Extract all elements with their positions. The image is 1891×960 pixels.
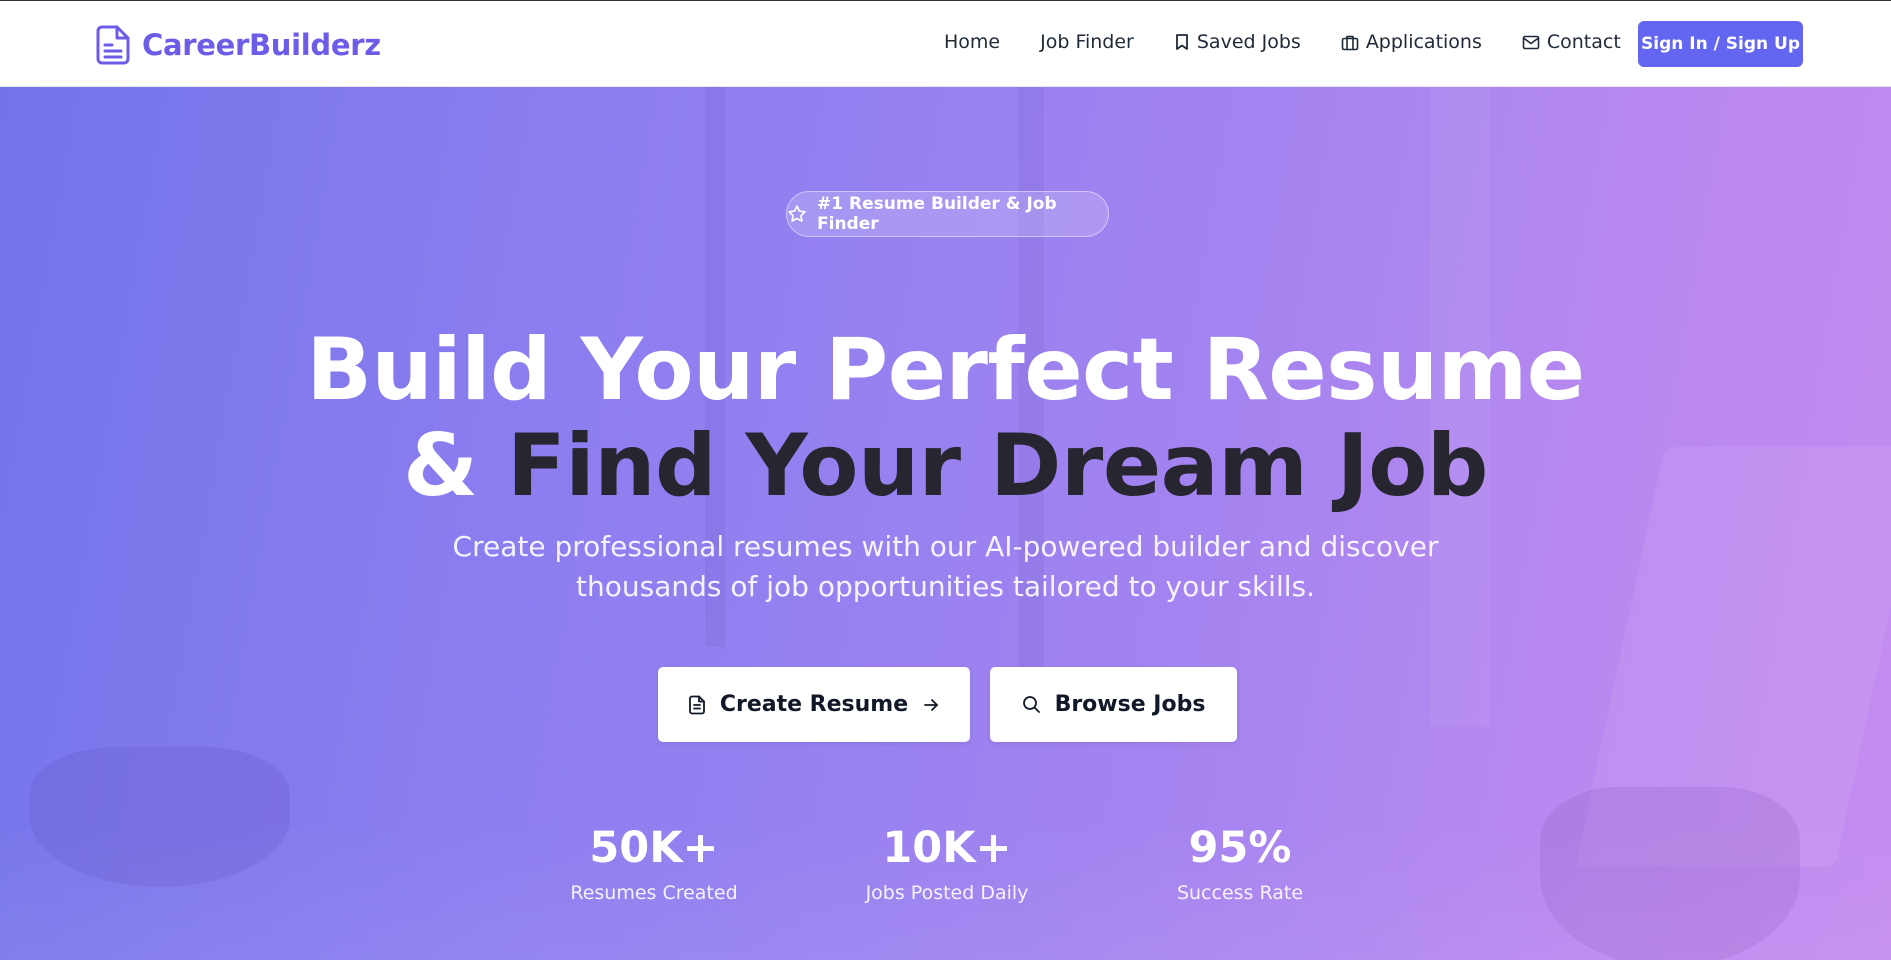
nav-applications[interactable]: Applications [1341,31,1482,53]
hero-title-highlight: Find Your Dream Job [507,416,1488,516]
top-navbar: CareerBuilderz Home Job Finder Saved Job… [0,0,1891,87]
stat-value: 10K+ [882,823,1012,873]
stat-label: Jobs Posted Daily [865,882,1029,904]
bookmark-icon [1174,33,1190,51]
nav-links: Home Job Finder Saved Jobs Applications … [944,31,1661,53]
stat-value: 50K+ [589,823,719,873]
stat-value: 95% [1188,823,1292,873]
hero-section: #1 Resume Builder & Job Finder Build You… [0,87,1891,960]
hero-title-line1: Build Your Perfect Resume [306,320,1585,420]
brand-logo[interactable]: CareerBuilderz [96,25,381,65]
hero-title-ampersand: & [403,416,478,516]
stat-jobs: 10K+ Jobs Posted Daily [827,823,1067,905]
nav-contact[interactable]: Contact [1522,31,1621,53]
hero-title-line2: & Find Your Dream Job [0,423,1891,509]
mail-icon [1522,35,1540,50]
document-icon [688,695,706,715]
nav-home-label: Home [944,31,1001,53]
nav-saved-jobs[interactable]: Saved Jobs [1174,31,1301,53]
arrow-right-icon [922,696,940,714]
stat-label: Resumes Created [570,882,738,904]
sign-in-button[interactable]: Sign In / Sign Up [1638,21,1803,67]
nav-contact-label: Contact [1546,31,1621,53]
browse-jobs-label: Browse Jobs [1054,692,1206,717]
hero-badge-text: #1 Resume Builder & Job Finder [817,194,1057,234]
briefcase-icon [1341,34,1359,51]
hero-subtitle: Create professional resumes with our AI-… [452,530,1439,603]
nav-saved-jobs-label: Saved Jobs [1196,31,1301,53]
hero-badge: #1 Resume Builder & Job Finder [786,191,1109,237]
nav-home[interactable]: Home [944,31,1000,53]
nav-job-finder-label: Job Finder [1040,31,1134,53]
create-resume-label: Create Resume [719,692,909,717]
stat-label: Success Rate [1176,882,1304,904]
browse-jobs-button[interactable]: Browse Jobs [990,667,1237,742]
stat-success-rate: 95% Success Rate [1120,823,1360,905]
create-resume-button[interactable]: Create Resume [658,667,970,742]
brand-name: CareerBuilderz [142,28,381,62]
document-icon [96,25,130,65]
search-icon [1022,695,1041,714]
nav-job-finder[interactable]: Job Finder [1040,31,1134,53]
stat-resumes: 50K+ Resumes Created [534,823,774,905]
nav-applications-label: Applications [1365,31,1482,53]
star-icon [787,204,807,224]
